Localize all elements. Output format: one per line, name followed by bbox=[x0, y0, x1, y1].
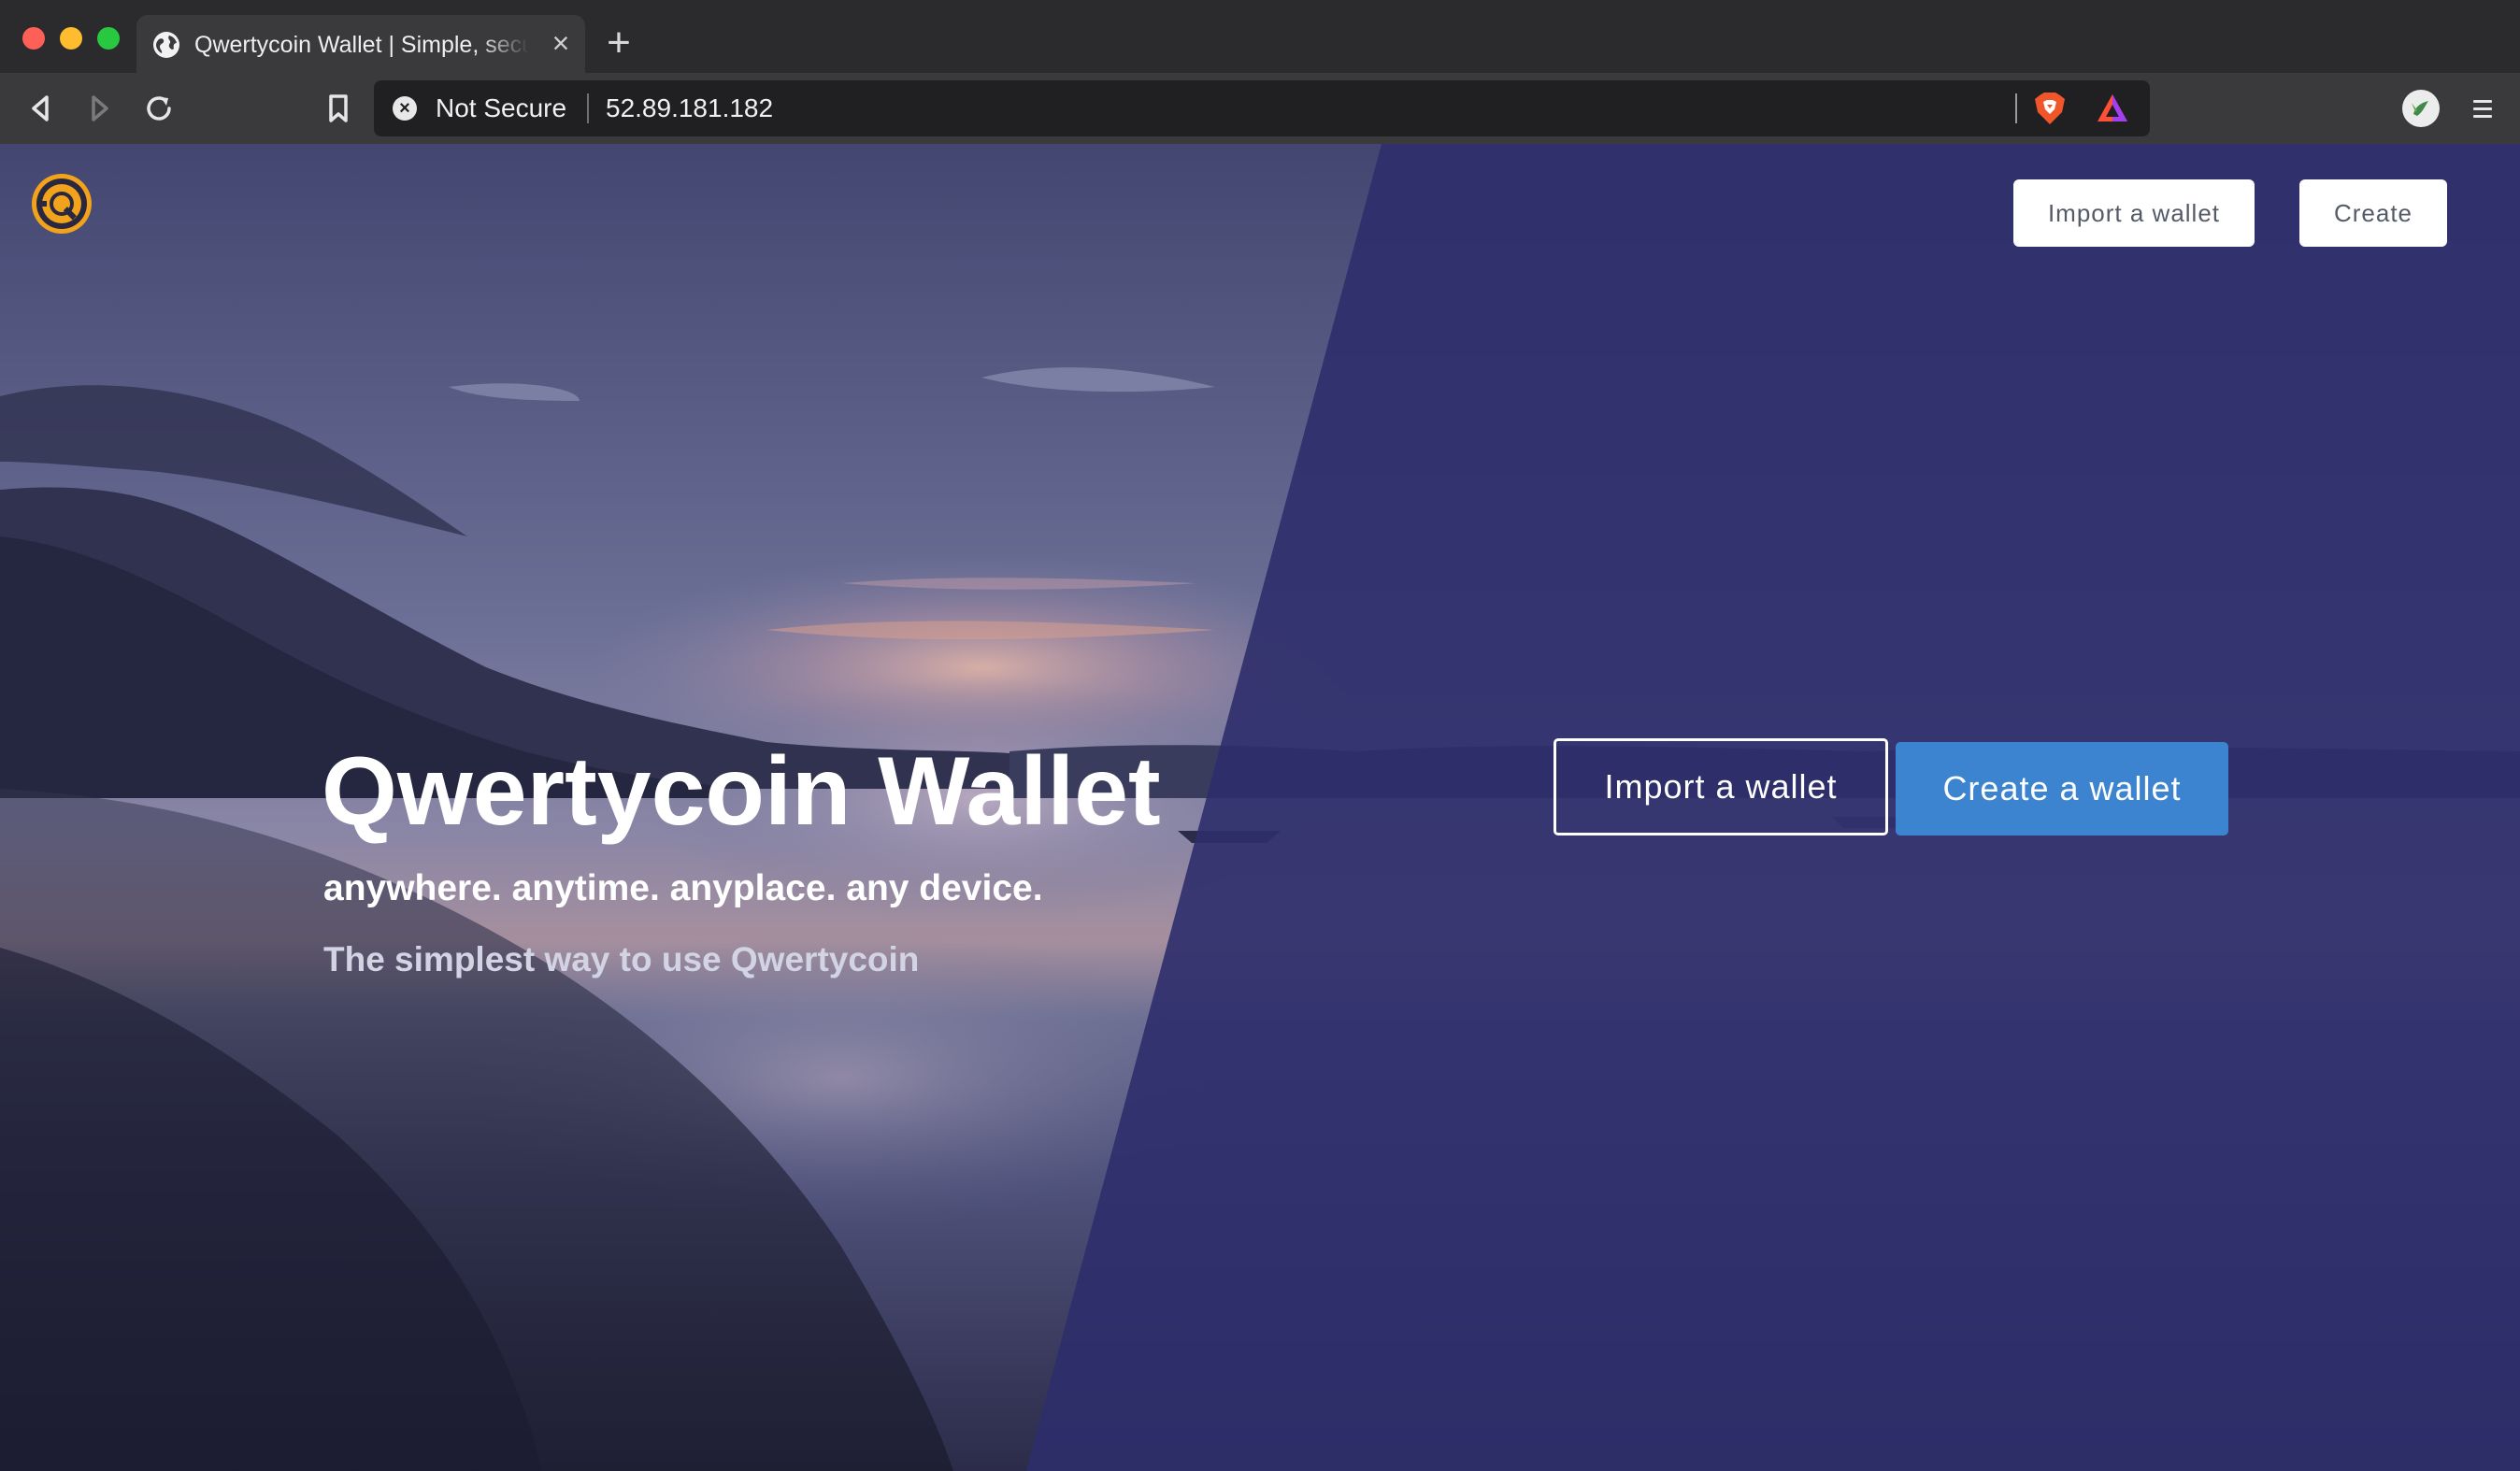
security-status[interactable]: Not Secure bbox=[436, 92, 566, 125]
menu-icon[interactable] bbox=[2464, 90, 2501, 127]
tab-close-icon[interactable]: × bbox=[546, 28, 576, 58]
minimize-window-button[interactable] bbox=[60, 27, 82, 50]
hero-tagline: anywhere. anytime. anyplace. any device. bbox=[323, 868, 1043, 908]
forward-icon[interactable] bbox=[80, 90, 118, 127]
brave-rewards-icon[interactable] bbox=[2096, 92, 2129, 125]
not-secure-icon[interactable]: × bbox=[393, 96, 417, 121]
url-separator bbox=[587, 93, 589, 123]
reload-icon[interactable] bbox=[140, 90, 178, 127]
new-tab-button[interactable]: + bbox=[598, 22, 639, 64]
browser-toolbar: × Not Secure 52.89.181.182 bbox=[0, 73, 2520, 144]
bookmark-icon[interactable] bbox=[320, 90, 357, 127]
browser-tab-active[interactable]: Qwertycoin Wallet | Simple, secure × bbox=[136, 15, 585, 73]
back-icon[interactable] bbox=[22, 90, 60, 127]
import-wallet-button[interactable]: Import a wallet bbox=[1554, 738, 1888, 835]
hero-subtitle: The simplest way to use Qwertycoin bbox=[323, 940, 920, 978]
tab-title: Qwertycoin Wallet | Simple, secure bbox=[194, 32, 529, 58]
browser-titlebar: Qwertycoin Wallet | Simple, secure × + bbox=[0, 0, 2520, 74]
nav-create-button[interactable]: Create bbox=[2299, 179, 2447, 247]
nav-import-wallet-button[interactable]: Import a wallet bbox=[2013, 179, 2255, 247]
profile-icon[interactable] bbox=[2402, 90, 2440, 127]
url-divider bbox=[2015, 93, 2017, 123]
hero-title: Qwertycoin Wallet bbox=[322, 737, 1161, 846]
maximize-window-button[interactable] bbox=[97, 27, 120, 50]
brave-shields-icon[interactable] bbox=[2034, 92, 2066, 125]
page-viewport: Import a wallet Create Qwertycoin Wallet… bbox=[0, 144, 2520, 1471]
globe-icon bbox=[153, 32, 179, 58]
address-bar[interactable]: × Not Secure 52.89.181.182 bbox=[374, 80, 2150, 136]
close-window-button[interactable] bbox=[22, 27, 45, 50]
create-wallet-button[interactable]: Create a wallet bbox=[1896, 742, 2228, 835]
qwertycoin-logo-icon[interactable] bbox=[30, 172, 93, 236]
url-text[interactable]: 52.89.181.182 bbox=[606, 92, 773, 125]
